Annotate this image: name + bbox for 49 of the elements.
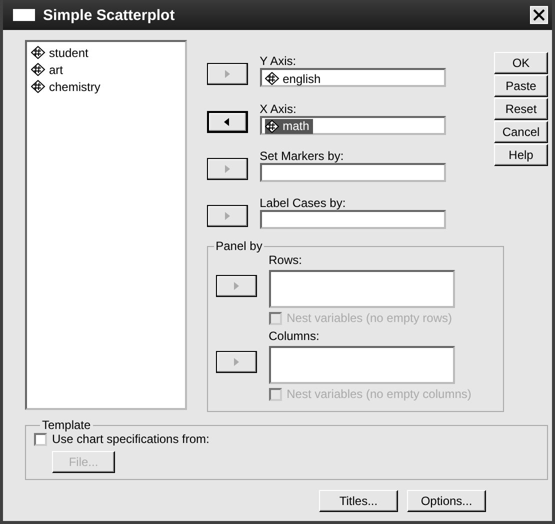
- right-arrow-icon: [222, 69, 232, 80]
- dialog-button[interactable]: Titles...: [319, 490, 398, 512]
- variable-field[interactable]: [260, 210, 446, 229]
- numeric-variable-icon: [31, 46, 46, 59]
- move-button[interactable]: [206, 63, 248, 86]
- variable-item[interactable]: math: [264, 118, 314, 134]
- variable-item[interactable]: art: [31, 62, 68, 77]
- dialog-button[interactable]: Paste: [494, 75, 548, 97]
- variable-field[interactable]: [268, 346, 455, 384]
- group-title: Template: [41, 418, 92, 432]
- numeric-variable-icon: [31, 63, 46, 76]
- move-button[interactable]: [216, 351, 257, 373]
- field-label: Columns:: [268, 329, 320, 343]
- variable-field[interactable]: english: [260, 68, 446, 88]
- move-button[interactable]: [206, 110, 248, 132]
- field-label: Label Cases by:: [260, 196, 347, 210]
- dialog-button[interactable]: Options...: [407, 490, 486, 512]
- right-arrow-icon: [231, 281, 242, 291]
- right-arrow-icon: [222, 164, 232, 174]
- dialog-button[interactable]: Reset: [494, 98, 548, 120]
- dialog-button[interactable]: OK: [494, 52, 548, 74]
- field-label: Rows:: [268, 253, 303, 267]
- variable-item[interactable]: chemistry: [31, 79, 104, 94]
- group-title: Panel by: [214, 239, 264, 253]
- dialog-button[interactable]: Help: [494, 144, 548, 166]
- window-icon: [13, 9, 35, 21]
- move-button[interactable]: [206, 205, 248, 227]
- window-title: Simple Scatterplot: [43, 6, 176, 24]
- numeric-variable-icon: [31, 80, 46, 93]
- numeric-variable-icon: [264, 120, 280, 132]
- checkbox[interactable]: [34, 432, 47, 446]
- variable-field[interactable]: math: [260, 116, 446, 134]
- variable-item[interactable]: student: [31, 45, 92, 60]
- variable-item[interactable]: english: [264, 71, 325, 86]
- field-label: Set Markers by:: [260, 148, 345, 163]
- variable-field[interactable]: [268, 270, 455, 308]
- numeric-variable-icon: [264, 72, 280, 86]
- move-button[interactable]: [206, 158, 248, 180]
- right-arrow-icon: [231, 357, 242, 367]
- field-label: Y Axis:: [260, 54, 298, 68]
- move-button[interactable]: [216, 275, 257, 297]
- checkbox-label: Nest variables (no empty rows): [286, 311, 452, 325]
- checkbox-label: Use chart specifications from:: [52, 432, 210, 446]
- right-arrow-icon: [222, 211, 232, 221]
- checkbox-label: Nest variables (no empty columns): [286, 387, 472, 401]
- close-icon[interactable]: [530, 6, 548, 24]
- variable-field[interactable]: [260, 162, 446, 182]
- field-label: X Axis:: [260, 102, 298, 116]
- dialog-button[interactable]: Cancel: [494, 121, 548, 143]
